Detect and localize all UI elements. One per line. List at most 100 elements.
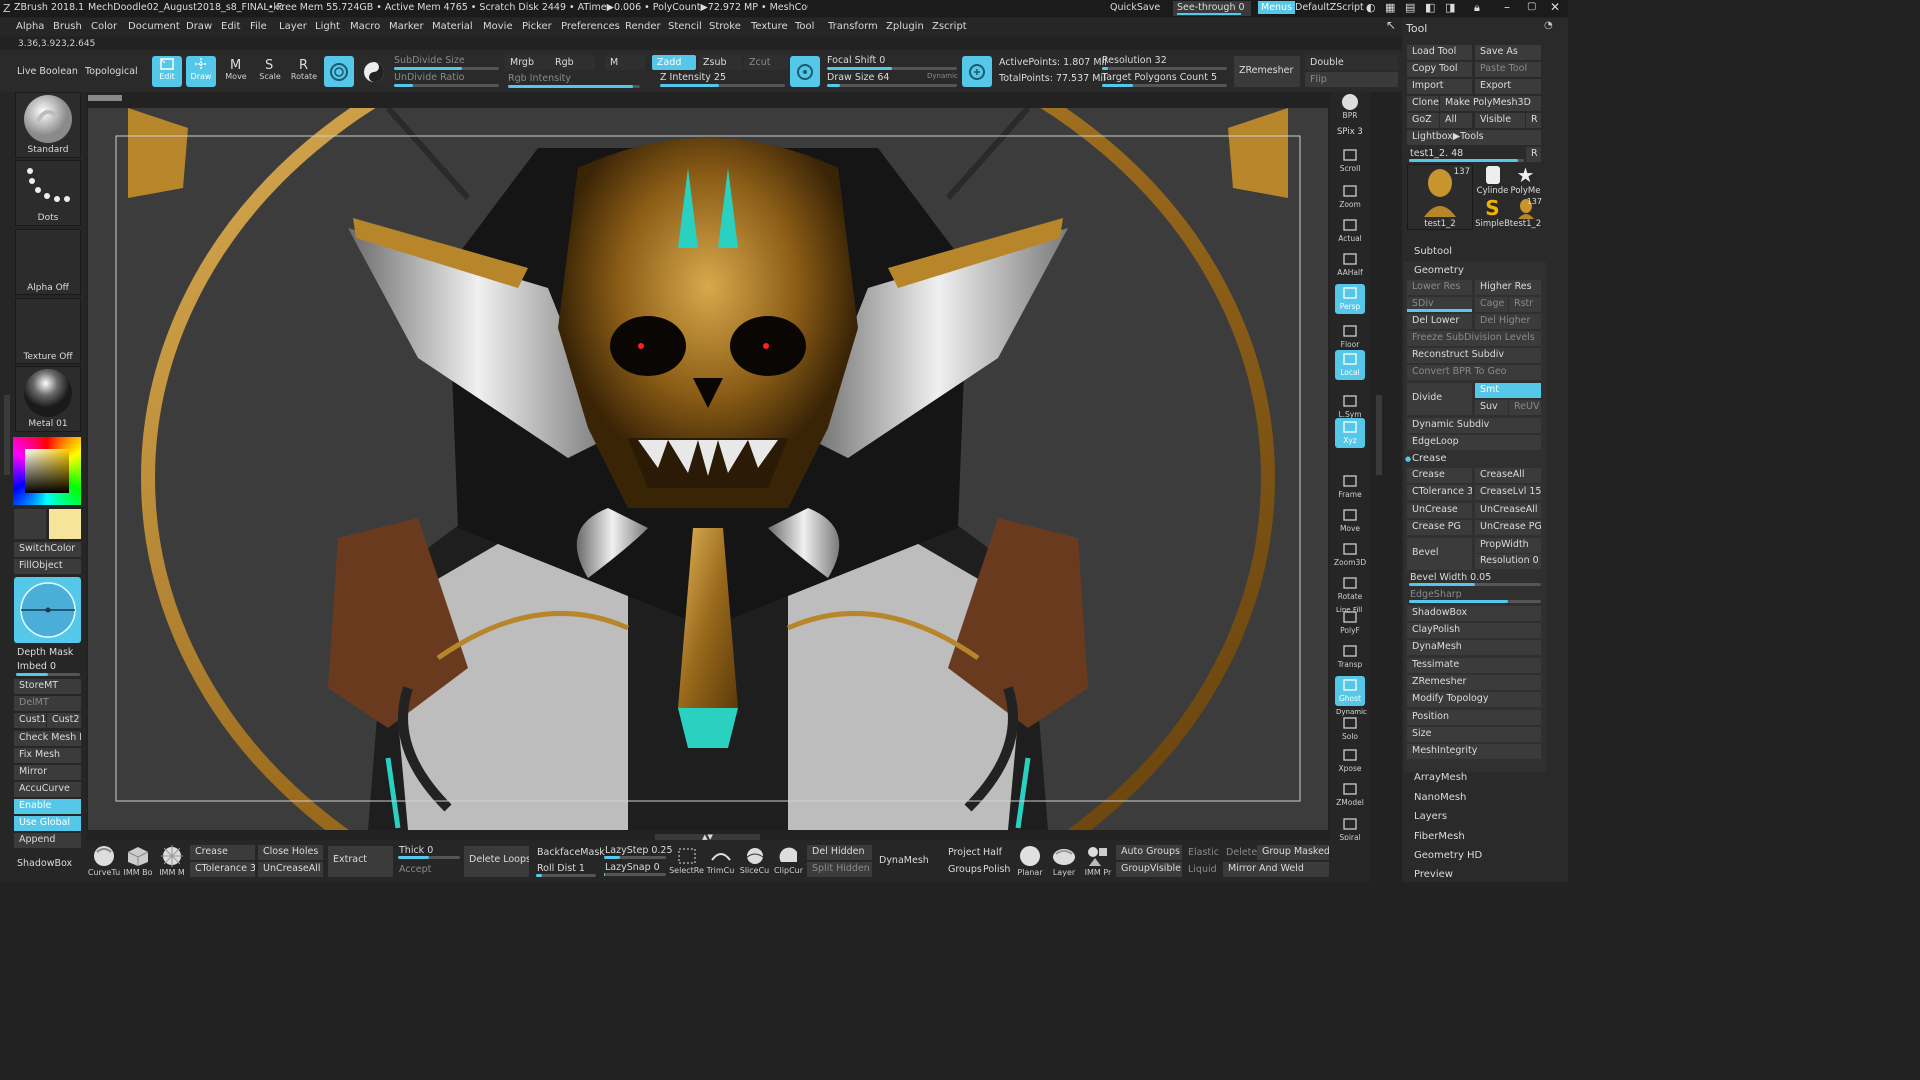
extract-button[interactable]: Extract [328,846,393,877]
focal-shift-label[interactable]: Focal Shift 0 [827,55,885,66]
layer-brush-button[interactable]: Layer [1048,844,1080,880]
mirror-button[interactable]: Mirror [14,765,81,780]
cage-button[interactable]: Cage [1475,297,1508,312]
imm-machine-brush-button[interactable]: IMM M [156,844,188,880]
roll-dist-label[interactable]: Roll Dist 1 [537,863,585,874]
menu-stencil[interactable]: Stencil [668,21,702,32]
dynamic-persp-label[interactable]: Dynamic [1336,708,1367,716]
color-picker[interactable] [13,437,81,505]
move-button[interactable]: M Move [221,56,251,87]
sdiv-slider[interactable]: SDiv [1407,297,1472,312]
help-icon[interactable]: ◐ [1366,1,1376,14]
menu-render[interactable]: Render [625,21,661,32]
zsub-button[interactable]: Zsub [698,55,742,70]
suv-toggle[interactable]: Suv [1475,400,1508,415]
group-masked-button[interactable]: Group Masked [1257,845,1329,860]
edgeloop-button[interactable]: EdgeLoop [1407,435,1541,450]
draw-size-label[interactable]: Draw Size 64 [827,72,889,83]
imbed-slider[interactable] [16,673,80,676]
array-mesh-section[interactable]: ArrayMesh [1414,772,1467,783]
uncrease-pg-button[interactable]: UnCrease PG [1475,520,1541,535]
imm-box-brush-button[interactable]: IMM Bo [122,844,154,880]
move-button[interactable]: Move [1335,506,1365,536]
export-button[interactable]: Export [1475,79,1541,94]
solo-material-button[interactable] [359,56,389,87]
z-intensity-slider[interactable] [660,84,785,87]
select-rect-button[interactable]: SelectRe [669,846,704,880]
del-lower-button[interactable]: Del Lower [1407,314,1472,329]
flip-button[interactable]: Flip [1305,72,1398,87]
secondary-color-swatch[interactable] [49,509,81,539]
make-polymesh-button[interactable]: Make PolyMesh3D [1440,96,1541,111]
layout-icon[interactable]: ▦ [1385,1,1395,14]
primary-color-swatch[interactable] [14,509,46,539]
texture-thumbnail[interactable]: Texture Off [15,298,81,364]
geometry-hd-section[interactable]: Geometry HD [1414,850,1482,861]
prop-width-toggle[interactable]: PropWidth [1475,538,1541,553]
resolution-label[interactable]: Resolution 32 [1102,55,1167,66]
menu-stroke[interactable]: Stroke [709,21,741,32]
groups-toggle[interactable]: Groups [948,864,982,875]
bpr-button[interactable]: BPR [1335,93,1365,123]
line-fill-label[interactable]: Line Fill [1336,606,1362,614]
auto-groups-button[interactable]: Auto Groups [1116,845,1182,860]
rgb-intensity-slider[interactable] [508,85,640,88]
menu-preferences[interactable]: Preferences [561,21,620,32]
right-tray-handle[interactable] [1376,395,1382,475]
target-polygons-slider[interactable] [1102,84,1227,87]
tessimate-button[interactable]: Tessimate [1407,658,1541,673]
reconstruct-subdiv-button[interactable]: Reconstruct Subdiv [1407,348,1541,363]
split-hidden-button[interactable]: Split Hidden [807,862,872,877]
brush-thumbnail[interactable]: Standard [15,92,81,158]
clip-curve-button[interactable]: ClipCur [772,846,805,880]
del-higher-button[interactable]: Del Higher [1475,314,1541,329]
menu-marker[interactable]: Marker [389,21,424,32]
menu-light[interactable]: Light [315,21,340,32]
bottom-ctolerance-slider[interactable]: CTolerance 30 [190,862,255,877]
half-toggle[interactable]: Half [983,847,1002,858]
zcut-button[interactable]: Zcut [744,55,788,70]
position-section[interactable]: Position [1407,710,1541,725]
bevel-resolution-slider[interactable]: Resolution 0 [1475,554,1541,569]
crease-lvl-slider[interactable]: CreaseLvl 15 [1475,485,1541,500]
bottom-crease-button[interactable]: Crease [190,845,255,860]
scale-button[interactable]: S Scale [255,56,285,87]
menu-macro[interactable]: Macro [350,21,380,32]
menu-color[interactable]: Color [91,21,117,32]
menu-edit[interactable]: Edit [221,21,240,32]
convert-bpr-button[interactable]: Convert BPR To Geo [1407,365,1541,380]
menu-draw[interactable]: Draw [186,21,212,32]
reuv-button[interactable]: ReUV [1509,400,1541,415]
lower-res-button[interactable]: Lower Res [1407,280,1472,295]
menu-zscript[interactable]: Zscript [932,21,967,32]
uncrease-all-button[interactable]: UnCreaseAll [1475,503,1541,518]
draw-button[interactable]: Draw [186,56,216,87]
actual-button[interactable]: Actual [1335,216,1365,246]
elastic-toggle[interactable]: Elastic [1188,847,1219,858]
undivide-ratio-slider[interactable] [394,84,499,87]
tool-thumb-cylinder[interactable]: Cylinde [1476,164,1509,197]
zadd-button[interactable]: Zadd [652,55,696,70]
planar-brush-button[interactable]: Planar [1014,844,1046,880]
menu-movie[interactable]: Movie [483,21,513,32]
edge-sharp-slider[interactable] [1409,600,1541,603]
spix-slider[interactable]: SPix 3 [1337,127,1363,137]
mirror-and-weld-button[interactable]: Mirror And Weld [1223,862,1329,877]
append-button[interactable]: Append [14,833,81,848]
crease-button[interactable]: Crease [1407,468,1472,483]
roll-dist-slider[interactable] [536,874,596,877]
lock-icon[interactable]: 🔒︎ [1474,1,1480,15]
alpha-thumbnail[interactable]: Alpha Off [15,229,81,295]
fix-mesh-button[interactable]: Fix Mesh [14,748,81,763]
tool-panel-pin-icon[interactable]: ↖ [1386,18,1396,32]
local-button[interactable]: Local [1335,350,1365,380]
canvas-scroll-indicator[interactable] [88,95,122,101]
shadowbox-button[interactable]: ShadowBox [17,858,72,869]
document-canvas[interactable] [88,108,1328,830]
tool-thumb-polymesh[interactable]: ★ PolyMe [1509,164,1542,197]
edge-sharp-label[interactable]: EdgeSharp [1410,589,1462,600]
zoom3d-button[interactable]: Zoom3D [1334,540,1366,570]
target-polygons-label[interactable]: Target Polygons Count 5 [1102,72,1217,83]
menu-file[interactable]: File [250,21,267,32]
rotate-button[interactable]: Rotate [1335,574,1365,604]
